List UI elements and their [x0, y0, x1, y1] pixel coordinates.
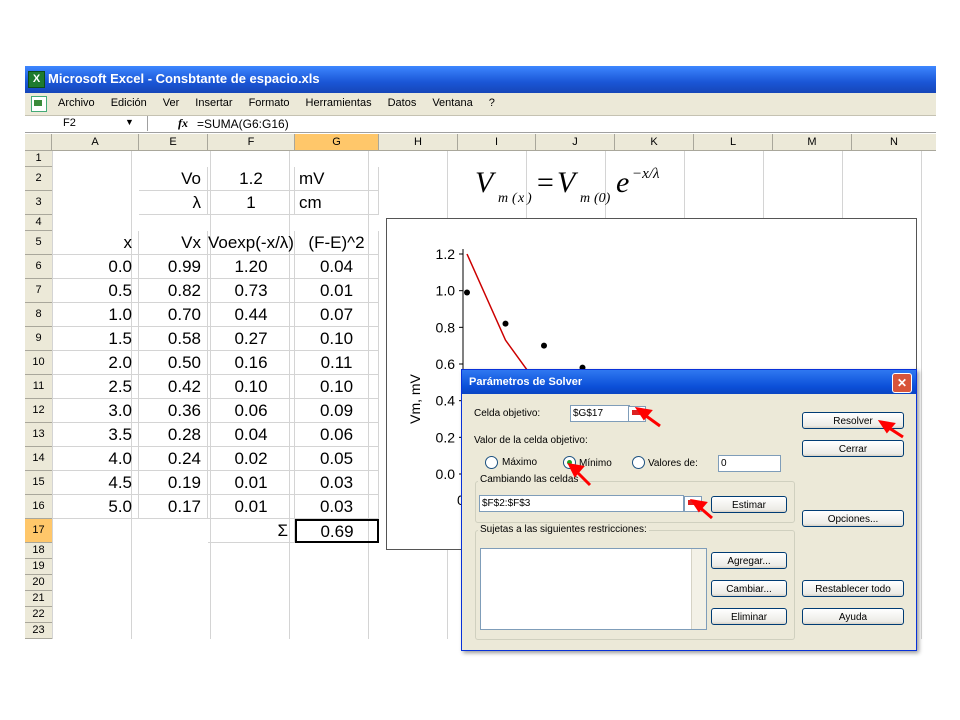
annotation-layer	[567, 406, 904, 520]
